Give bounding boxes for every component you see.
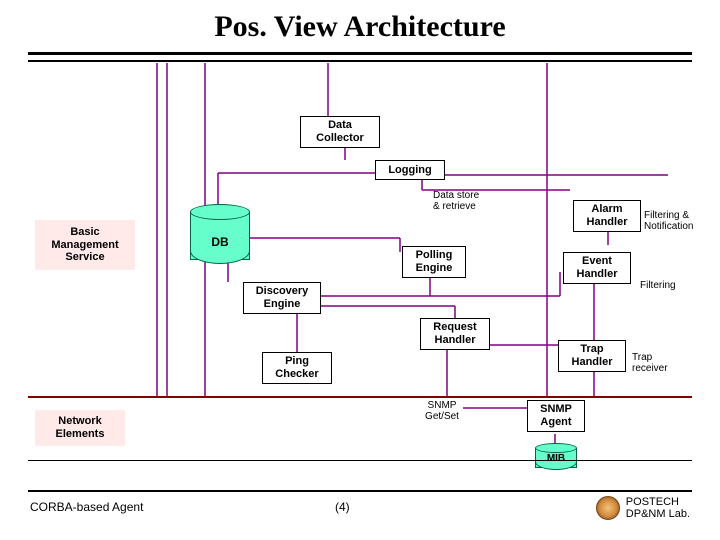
text: Handler	[435, 334, 476, 347]
text: Elements	[56, 428, 105, 441]
text: SNMP	[540, 403, 572, 416]
text: Trap	[632, 352, 652, 363]
text: & retrieve	[433, 201, 476, 212]
data-collector-box: Data Collector	[300, 116, 380, 148]
text: Handler	[572, 356, 613, 369]
polling-engine-box: Polling Engine	[402, 246, 466, 278]
title-rule-bottom	[28, 60, 692, 62]
text: Get/Set	[425, 411, 459, 422]
title-rule-top	[28, 52, 692, 55]
ping-checker-box: Ping Checker	[262, 352, 332, 384]
text: Engine	[416, 262, 453, 275]
section-rule-1	[28, 396, 692, 398]
filtering-notification-annotation: Filtering & Notification	[644, 210, 693, 232]
text: receiver	[632, 363, 668, 374]
text: POSTECH	[626, 496, 679, 508]
event-handler-box: Event Handler	[563, 252, 631, 284]
text: SNMP	[428, 400, 457, 411]
text: Agent	[540, 416, 571, 429]
trap-handler-box: Trap Handler	[558, 340, 626, 372]
text: Service	[65, 251, 104, 264]
db-cylinder-icon: DB	[190, 205, 250, 265]
text: Ping	[285, 355, 309, 368]
footer-right: POSTECH DP&NM Lab.	[596, 496, 690, 520]
text: Event	[582, 255, 612, 268]
text: Management	[51, 239, 118, 252]
text: Data store	[433, 190, 479, 201]
text: Trap	[580, 343, 603, 356]
text: Engine	[264, 298, 301, 311]
basic-management-service-label: Basic Management Service	[35, 220, 135, 270]
text: Checker	[275, 368, 318, 381]
text: Filtering	[640, 280, 676, 291]
text: Polling	[416, 249, 453, 262]
text: Alarm	[591, 203, 622, 216]
data-store-annotation: Data store & retrieve	[433, 190, 479, 212]
text: Data	[328, 119, 352, 132]
text: Collector	[316, 132, 364, 145]
mib-label: MIB	[535, 453, 577, 464]
db-label: DB	[190, 235, 250, 249]
filtering-annotation: Filtering	[640, 280, 676, 291]
text: Filtering &	[644, 210, 689, 221]
footer-left: CORBA-based Agent	[30, 500, 143, 514]
snmp-getset-annotation: SNMP Get/Set	[418, 400, 466, 422]
section-rule-2	[28, 460, 692, 461]
footer-page-number: (4)	[335, 500, 350, 514]
network-elements-label: Network Elements	[35, 410, 125, 446]
text: DP&NM Lab.	[626, 508, 690, 520]
alarm-handler-box: Alarm Handler	[573, 200, 641, 232]
text: Handler	[587, 216, 628, 229]
snmp-agent-box: SNMP Agent	[527, 400, 585, 432]
text: Notification	[644, 221, 693, 232]
footer-rule	[28, 490, 692, 492]
text: Handler	[577, 268, 618, 281]
postech-logo-icon	[596, 496, 620, 520]
text: Discovery	[256, 285, 309, 298]
request-handler-box: Request Handler	[420, 318, 490, 350]
trap-receiver-annotation: Trap receiver	[632, 352, 668, 374]
text: Basic	[70, 226, 99, 239]
page-title: Pos. View Architecture	[0, 10, 720, 44]
logging-box: Logging	[375, 160, 445, 180]
text: Network	[58, 415, 101, 428]
discovery-engine-box: Discovery Engine	[243, 282, 321, 314]
text: Request	[433, 321, 476, 334]
mib-cylinder-icon: MIB	[535, 444, 577, 470]
text: Logging	[388, 164, 431, 177]
